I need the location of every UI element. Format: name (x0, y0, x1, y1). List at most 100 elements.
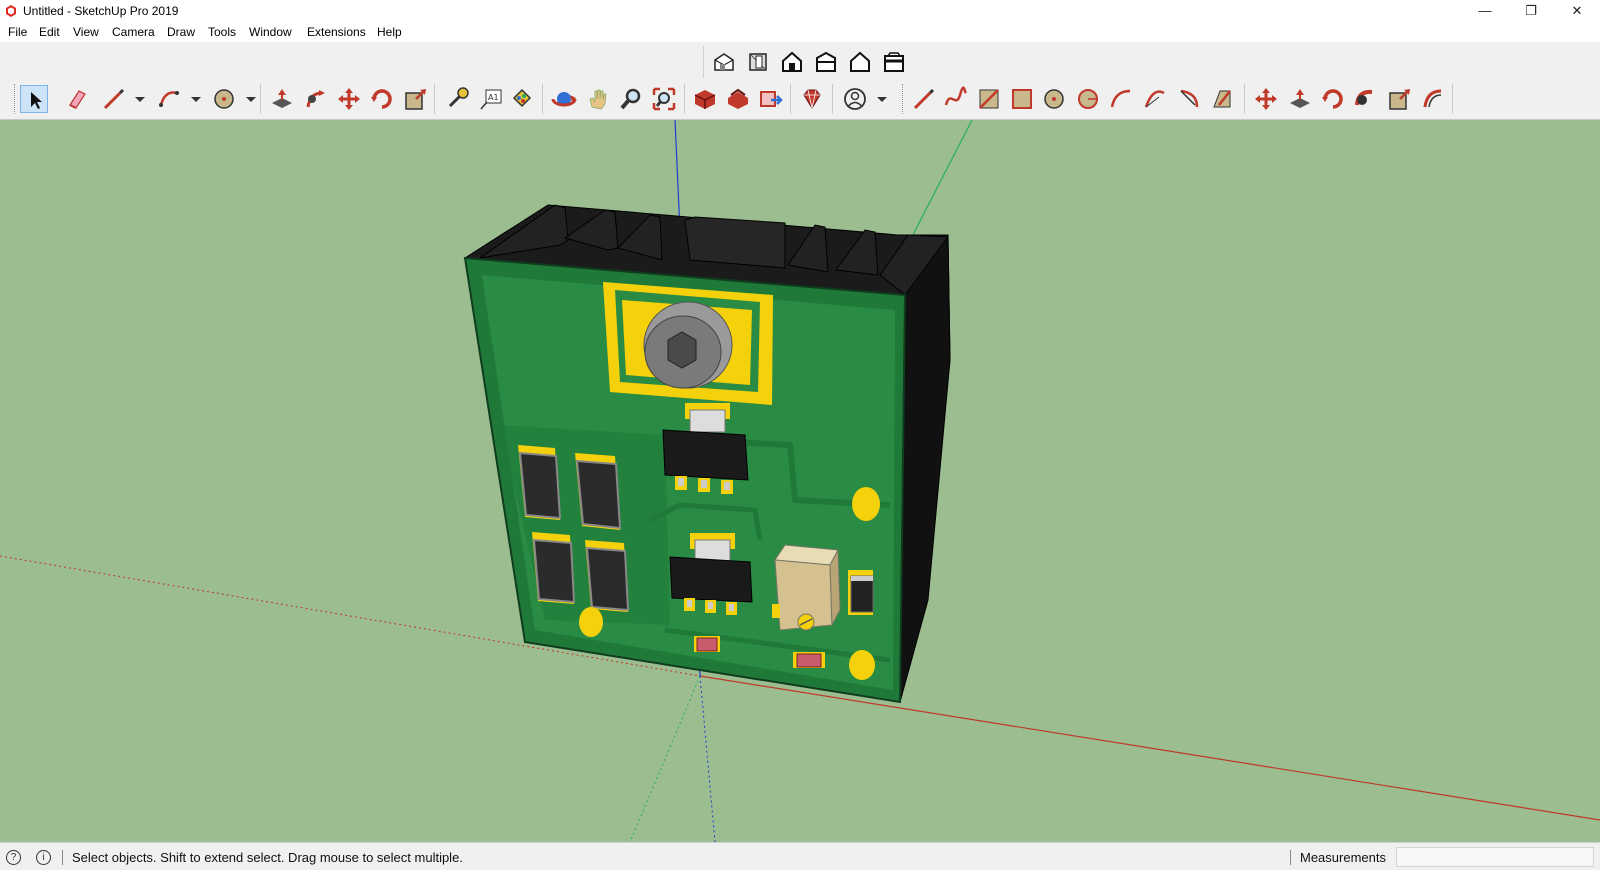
svg-text:A1: A1 (488, 93, 499, 102)
line-dropdown-chevron-down-icon[interactable] (126, 85, 145, 113)
menu-edit[interactable]: Edit (39, 25, 60, 39)
top-view-icon[interactable] (744, 48, 772, 76)
account-dropdown-chevron-down-icon[interactable] (868, 85, 887, 113)
menu-draw[interactable]: Draw (167, 25, 195, 39)
capacitor-2[interactable] (575, 453, 622, 530)
main-toolbar: A1 (0, 80, 1600, 118)
freehand-icon[interactable] (910, 85, 938, 113)
info-icon[interactable]: i (36, 850, 51, 865)
move-tool-icon[interactable] (335, 85, 363, 113)
measurements-label: Measurements (1300, 850, 1386, 865)
arc-tool-icon[interactable] (155, 85, 183, 113)
minimize-button[interactable]: — (1462, 0, 1508, 22)
layout-send-icon[interactable] (757, 85, 785, 113)
select-tool-icon[interactable] (20, 85, 48, 113)
offset-2-icon[interactable] (1419, 85, 1447, 113)
ruby-console-icon[interactable] (798, 85, 826, 113)
pan-tool-icon[interactable] (584, 85, 612, 113)
rotate-icon[interactable] (1319, 85, 1347, 113)
toolbar-separator (434, 84, 435, 114)
capacitor-4[interactable] (585, 540, 630, 612)
maximize-button[interactable]: ❐ (1508, 0, 1554, 22)
modeling-viewport[interactable] (0, 120, 1600, 842)
rotated-rectangle-icon[interactable] (1008, 85, 1036, 113)
pcb-model-scene (0, 120, 1600, 842)
zoom-tool-icon[interactable] (617, 85, 645, 113)
orbit-tool-icon[interactable] (550, 85, 578, 113)
title-bar: Untitled - SketchUp Pro 2019 — ❐ ✕ (0, 0, 1600, 22)
circle-tool-icon[interactable] (210, 85, 238, 113)
views-toolbar (703, 46, 911, 78)
toolbar-separator (1452, 84, 1453, 114)
through-hole-pad (852, 487, 880, 521)
circle-icon[interactable] (1040, 85, 1068, 113)
sketchup-window: Untitled - SketchUp Pro 2019 — ❐ ✕ File … (0, 0, 1600, 870)
menu-tools[interactable]: Tools (208, 25, 236, 39)
rotate-tool-icon[interactable] (368, 85, 396, 113)
toolbar-separator (542, 84, 543, 114)
geo-location-icon[interactable]: ? (6, 850, 21, 865)
shape-dropdown-chevron-down-icon[interactable] (237, 85, 256, 113)
trim-potentiometer[interactable] (774, 544, 841, 631)
through-hole-pad (849, 650, 875, 680)
scale-tool-icon[interactable] (402, 85, 430, 113)
line-tool-icon[interactable] (100, 85, 128, 113)
smd-led-1[interactable] (694, 636, 720, 652)
through-hole-pad (579, 607, 603, 637)
bezier-icon[interactable] (942, 85, 970, 113)
push-pull-icon[interactable] (1286, 85, 1314, 113)
right-view-icon[interactable] (812, 48, 840, 76)
menu-extensions[interactable]: Extensions (307, 25, 366, 39)
toolbar-grip[interactable] (14, 84, 17, 114)
zoom-extents-tool-icon[interactable] (650, 85, 678, 113)
3d-warehouse-icon[interactable] (691, 85, 719, 113)
arc-dropdown-chevron-down-icon[interactable] (182, 85, 201, 113)
account-icon[interactable] (841, 85, 869, 113)
menu-camera[interactable]: Camera (112, 25, 155, 39)
menu-view[interactable]: View (73, 25, 99, 39)
toolbar-separator (790, 84, 791, 114)
diode[interactable] (848, 570, 874, 615)
move-icon[interactable] (1252, 85, 1280, 113)
back-view-icon[interactable] (846, 48, 874, 76)
toolbar-area: A1 (0, 42, 1600, 120)
scale-icon[interactable] (1386, 85, 1414, 113)
extension-warehouse-icon[interactable] (724, 85, 752, 113)
toolbar-grip[interactable] (902, 84, 905, 114)
toolbar-separator (832, 84, 833, 114)
polygon-icon[interactable] (1074, 85, 1102, 113)
status-hint: Select objects. Shift to extend select. … (72, 850, 463, 865)
offset-icon[interactable] (1208, 85, 1236, 113)
smd-pad (772, 604, 780, 618)
pie-icon[interactable] (1175, 85, 1203, 113)
left-view-icon[interactable] (880, 48, 908, 76)
smd-led-2[interactable] (793, 652, 825, 668)
tape-measure-tool-icon[interactable] (443, 85, 471, 113)
rectangle-icon[interactable] (975, 85, 1003, 113)
menu-file[interactable]: File (8, 25, 27, 39)
paint-bucket-tool-icon[interactable] (508, 85, 536, 113)
capacitor-3[interactable] (532, 532, 576, 604)
menu-bar: File Edit View Camera Draw Tools Window … (0, 22, 1600, 42)
menu-window[interactable]: Window (249, 25, 292, 39)
toolbar-separator (684, 84, 685, 114)
front-view-icon[interactable] (778, 48, 806, 76)
bolt[interactable] (643, 301, 733, 389)
text-tool-icon[interactable]: A1 (477, 85, 505, 113)
arc-2pt-icon[interactable] (1107, 85, 1135, 113)
eraser-tool-icon[interactable] (62, 85, 90, 113)
toolbar-separator (260, 84, 261, 114)
menu-help[interactable]: Help (377, 25, 402, 39)
status-bar: ? i Select objects. Shift to extend sele… (0, 842, 1600, 870)
arc-3pt-icon[interactable] (1141, 85, 1169, 113)
sketchup-logo-icon (6, 5, 16, 17)
status-separator (1290, 850, 1291, 865)
follow-me-tool-icon[interactable] (302, 85, 330, 113)
iso-view-icon[interactable] (710, 48, 738, 76)
capacitor-1[interactable] (518, 445, 562, 520)
follow-me-icon[interactable] (1352, 85, 1380, 113)
status-separator (62, 850, 63, 865)
push-pull-tool-icon[interactable] (268, 85, 296, 113)
measurements-input[interactable] (1396, 847, 1594, 867)
close-button[interactable]: ✕ (1554, 0, 1600, 22)
